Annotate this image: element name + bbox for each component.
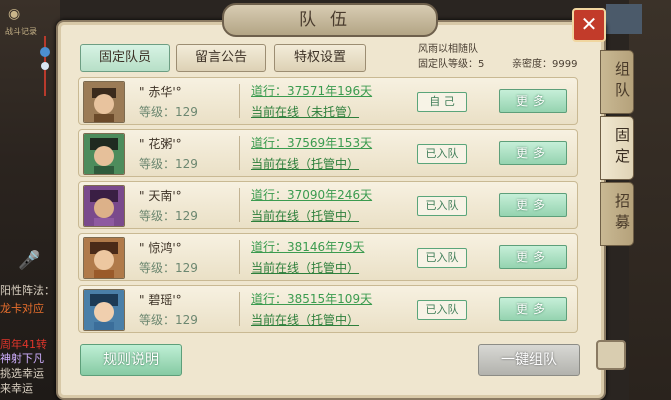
more-button[interactable]: 更多 [499, 245, 567, 269]
chat-line: 来幸运 [0, 382, 33, 395]
member-row: " 花粥'° 等级：129 道行：37569年153天 当前在线（托管中） 已入… [78, 129, 578, 177]
member-status-badge: 自 己 [417, 92, 467, 112]
side-tab-recruit[interactable]: 招募 [600, 182, 634, 246]
window-title: 队伍 [222, 3, 438, 37]
member-name: " 碧瑶'° [139, 293, 182, 307]
member-avatar[interactable] [83, 237, 125, 279]
member-online-status[interactable]: 当前在线（托管中） [251, 259, 359, 276]
member-avatar[interactable] [83, 289, 125, 331]
member-level: 等级：129 [139, 209, 198, 223]
member-status-badge: 已入队 [417, 144, 467, 164]
pendant-icon [40, 36, 50, 96]
microphone-icon[interactable]: 🎤 [18, 250, 40, 271]
side-tab-team[interactable]: 组队 [600, 50, 634, 114]
more-button[interactable]: 更多 [499, 89, 567, 113]
row-divider [239, 188, 240, 222]
eye-icon[interactable]: ◉ [8, 6, 20, 22]
one-click-team-button[interactable]: 一键组队 [478, 344, 580, 376]
member-row: " 天南'° 等级：129 道行：37090年246天 当前在线（托管中） 已入… [78, 181, 578, 229]
team-level: 固定队等级：5 [418, 59, 485, 70]
member-status-badge: 已入队 [417, 248, 467, 268]
member-daoxing[interactable]: 道行：37090年246天 [251, 186, 372, 203]
more-button[interactable]: 更多 [499, 193, 567, 217]
member-name: " 赤华'° [139, 85, 182, 99]
member-daoxing[interactable]: 道行：38146年79天 [251, 238, 364, 255]
player-avatar[interactable] [606, 4, 642, 34]
member-level: 等级：129 [139, 261, 198, 275]
member-online-status[interactable]: 当前在线（未托管） [251, 103, 359, 120]
more-button[interactable]: 更多 [499, 297, 567, 321]
member-daoxing[interactable]: 道行：37571年196天 [251, 82, 372, 99]
team-name: 风雨以相随队 [418, 44, 478, 55]
member-level: 等级：129 [139, 157, 198, 171]
tab-privilege-settings[interactable]: 特权设置 [274, 44, 366, 72]
member-row: " 赤华'° 等级：129 道行：37571年196天 当前在线（未托管） 自 … [78, 77, 578, 125]
intimacy-value: 亲密度：9999 [512, 59, 578, 70]
tab-fixed-members[interactable]: 固定队员 [80, 44, 170, 72]
member-name: " 天南'° [139, 189, 182, 203]
more-button[interactable]: 更多 [499, 141, 567, 165]
row-divider [239, 84, 240, 118]
row-divider [239, 292, 240, 326]
member-online-status[interactable]: 当前在线（托管中） [251, 155, 359, 172]
member-status-badge: 已入队 [417, 300, 467, 320]
member-name: " 花粥'° [139, 137, 182, 151]
row-divider [239, 136, 240, 170]
member-avatar[interactable] [83, 185, 125, 227]
member-level: 等级：129 [139, 105, 198, 119]
chat-line: 龙卡对应 [0, 302, 44, 315]
member-online-status[interactable]: 当前在线（托管中） [251, 311, 359, 328]
battle-record-label[interactable]: 战斗记录 [5, 26, 37, 37]
side-tab-fixed[interactable]: 固定 [600, 116, 634, 180]
member-level: 等级：129 [139, 313, 198, 327]
member-row: " 碧瑶'° 等级：129 道行：38515年109天 当前在线（托管中） 已入… [78, 285, 578, 333]
corner-ornament [596, 340, 626, 370]
tab-message-board[interactable]: 留言公告 [176, 44, 266, 72]
background-right [629, 0, 671, 400]
member-row: " 惊鸿'° 等级：129 道行：38146年79天 当前在线（托管中） 已入队… [78, 233, 578, 281]
member-daoxing[interactable]: 道行：37569年153天 [251, 134, 372, 151]
chat-line: 挑选幸运 [0, 367, 44, 380]
chat-line: 阳性阵法： [0, 284, 55, 297]
close-button[interactable]: ✕ [572, 8, 606, 42]
member-daoxing[interactable]: 道行：38515年109天 [251, 290, 372, 307]
member-status-badge: 已入队 [417, 196, 467, 216]
row-divider [239, 240, 240, 274]
rules-button[interactable]: 规则说明 [80, 344, 182, 376]
member-avatar[interactable] [83, 133, 125, 175]
member-online-status[interactable]: 当前在线（托管中） [251, 207, 359, 224]
member-name: " 惊鸿'° [139, 241, 182, 255]
chat-line: 神射下凡 [0, 352, 44, 365]
member-avatar[interactable] [83, 81, 125, 123]
